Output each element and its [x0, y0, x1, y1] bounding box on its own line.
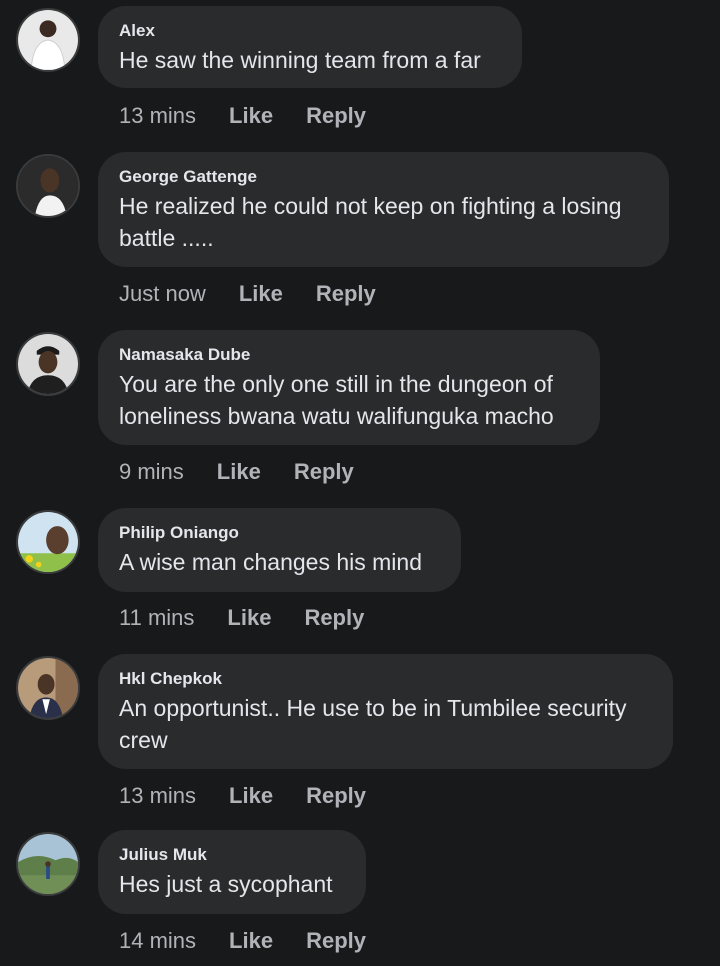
comment-time: 13 mins: [119, 783, 197, 808]
commenter-name[interactable]: Philip Oniango: [119, 522, 439, 544]
reply-button[interactable]: Reply: [306, 103, 366, 129]
comment-text: You are the only one still in the dungeo…: [119, 371, 554, 429]
comment-bubble: Philip Oniango A wise man changes his mi…: [98, 508, 461, 592]
comment-bubble: Hkl Chepkok An opportunist.. He use to b…: [98, 654, 673, 769]
comment-time: 9 mins: [119, 459, 184, 484]
like-button[interactable]: Like: [229, 103, 273, 129]
comment-actions: 13 mins Like Reply: [119, 101, 366, 131]
commenter-name[interactable]: Namasaka Dube: [119, 344, 578, 366]
comment-actions: Just now Like Reply: [119, 279, 376, 309]
reply-button[interactable]: Reply: [316, 281, 376, 307]
comment-actions: 13 mins Like Reply: [119, 781, 366, 811]
comment-text: Hes just a sycophant: [119, 871, 333, 897]
avatar[interactable]: [16, 510, 80, 574]
like-button[interactable]: Like: [229, 928, 273, 954]
avatar[interactable]: [16, 154, 80, 218]
commenter-name[interactable]: Alex: [119, 20, 500, 42]
comment-bubble: Julius Muk Hes just a sycophant: [98, 830, 366, 914]
comment-bubble: Namasaka Dube You are the only one still…: [98, 330, 600, 445]
avatar[interactable]: [16, 656, 80, 720]
comment-text: An opportunist.. He use to be in Tumbile…: [119, 695, 627, 753]
comment-bubble: George Gattenge He realized he could not…: [98, 152, 669, 267]
like-button[interactable]: Like: [239, 281, 283, 307]
comment-time: 13 mins: [119, 103, 197, 128]
avatar[interactable]: [16, 8, 80, 72]
comment-actions: 14 mins Like Reply: [119, 926, 366, 956]
reply-button[interactable]: Reply: [306, 783, 366, 809]
comment-text: He saw the winning team from a far: [119, 47, 481, 73]
comment-time: Just now: [119, 281, 206, 306]
avatar[interactable]: [16, 832, 80, 896]
comment-time: 14 mins: [119, 928, 197, 953]
comment-actions: 11 mins Like Reply: [119, 603, 364, 633]
comment-text: A wise man changes his mind: [119, 549, 422, 575]
like-button[interactable]: Like: [227, 605, 271, 631]
comment-time: 11 mins: [119, 605, 195, 630]
reply-button[interactable]: Reply: [304, 605, 364, 631]
commenter-name[interactable]: Hkl Chepkok: [119, 668, 651, 690]
reply-button[interactable]: Reply: [294, 459, 354, 485]
avatar[interactable]: [16, 332, 80, 396]
like-button[interactable]: Like: [217, 459, 261, 485]
comment-text: He realized he could not keep on fightin…: [119, 193, 622, 251]
reply-button[interactable]: Reply: [306, 928, 366, 954]
like-button[interactable]: Like: [229, 783, 273, 809]
comment-actions: 9 mins Like Reply: [119, 457, 354, 487]
comment-bubble: Alex He saw the winning team from a far: [98, 6, 522, 88]
commenter-name[interactable]: Julius Muk: [119, 844, 344, 866]
commenter-name[interactable]: George Gattenge: [119, 166, 647, 188]
